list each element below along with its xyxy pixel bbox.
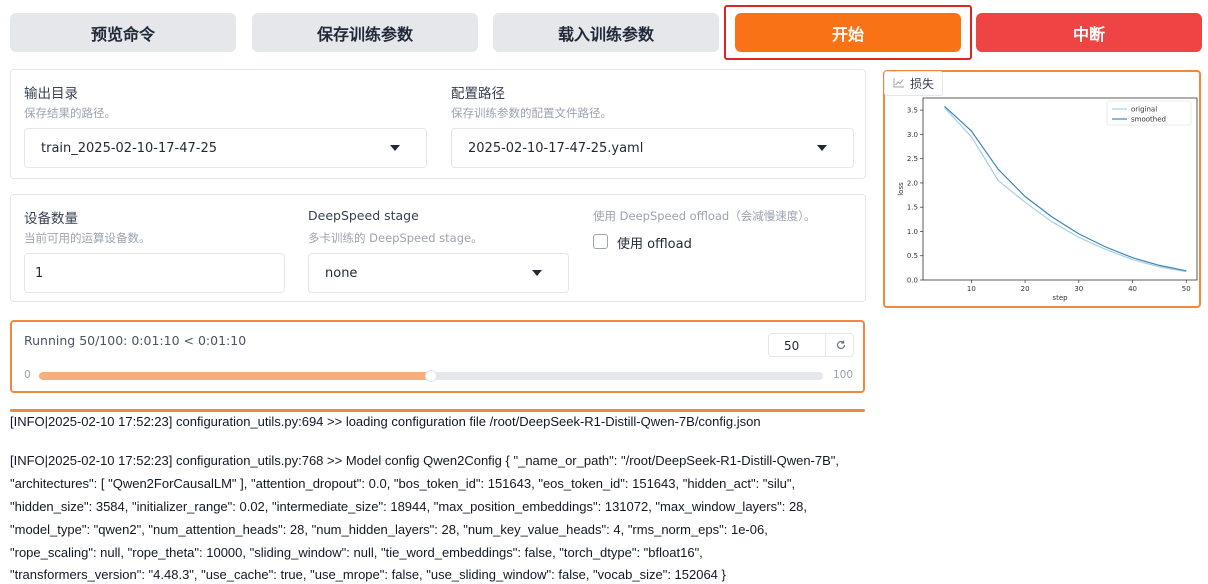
chevron-down-icon bbox=[390, 145, 400, 151]
save-args-button[interactable]: 保存训练参数 bbox=[252, 13, 478, 52]
progress-slider-fill bbox=[39, 372, 431, 380]
log-line: "hidden_size": 3584, "initializer_range"… bbox=[10, 499, 808, 514]
device-count-info: 当前可用的运算设备数。 bbox=[24, 231, 151, 245]
log-line: "rope_scaling": null, "rope_theta": 1000… bbox=[10, 545, 703, 560]
stop-button[interactable]: 中断 bbox=[976, 13, 1202, 52]
progress-number-value: 50 bbox=[784, 339, 800, 353]
slider-max-label: 100 bbox=[833, 369, 854, 381]
output-dir-select[interactable]: train_2025-02-10-17-47-25 bbox=[24, 128, 427, 168]
deepspeed-stage-info: 多卡训练的 DeepSpeed stage。 bbox=[308, 231, 483, 245]
output-dir-value: train_2025-02-10-17-47-25 bbox=[41, 140, 218, 156]
config-path-value: 2025-02-10-17-47-25.yaml bbox=[468, 140, 644, 156]
x-tick-label: 20 bbox=[1021, 285, 1030, 293]
device-count-label: 设备数量 bbox=[24, 211, 78, 227]
deepspeed-stage-label: DeepSpeed stage bbox=[308, 208, 419, 223]
loss-chart: 10 20 30 40 50 0.0 0.5 1.0 1.5 2.0 2.5 3.0 3.5 step lo… bbox=[897, 97, 1198, 302]
slider-min-label: 0 bbox=[24, 369, 31, 381]
device-count-input[interactable]: 1 bbox=[24, 253, 285, 293]
offload-label[interactable]: 使用 offload bbox=[617, 233, 692, 252]
y-tick-label: 0.0 bbox=[907, 277, 918, 285]
x-tick-label: 50 bbox=[1182, 285, 1191, 293]
start-button[interactable]: 开始 bbox=[735, 13, 961, 52]
log-progress-bar bbox=[10, 409, 865, 412]
output-dir-info: 保存结果的路径。 bbox=[24, 106, 116, 120]
progress-slider-thumb[interactable] bbox=[425, 370, 437, 382]
progress-status-text: Running 50/100: 0:01:10 < 0:01:10 bbox=[24, 333, 247, 348]
config-path-info: 保存训练参数的配置文件路径。 bbox=[451, 106, 612, 120]
loss-chart-panel: 损失 10 20 30 40 50 0.0 0.5 1.0 1.5 2.0 2.5 3.0 3.5 ste… bbox=[883, 70, 1201, 308]
legend-entry-smoothed: smoothed bbox=[1131, 116, 1166, 124]
y-tick-label: 3.0 bbox=[907, 131, 918, 139]
plot-frame bbox=[922, 97, 1198, 281]
chevron-down-icon bbox=[817, 145, 827, 151]
divider bbox=[825, 334, 826, 356]
series-line-original bbox=[944, 107, 1187, 273]
progress-panel: Running 50/100: 0:01:10 < 0:01:10 50 0 1… bbox=[10, 320, 865, 393]
progress-number-input[interactable]: 50 bbox=[768, 333, 854, 357]
config-path-label: 配置路径 bbox=[451, 86, 505, 102]
y-tick-label: 1.5 bbox=[907, 204, 918, 212]
log-line: [INFO|2025-02-10 17:52:23] configuration… bbox=[10, 453, 840, 468]
log-line: [INFO|2025-02-10 17:52:23] configuration… bbox=[10, 414, 761, 429]
reset-icon[interactable] bbox=[831, 336, 851, 354]
y-tick-label: 0.5 bbox=[907, 252, 918, 260]
chevron-down-icon bbox=[532, 270, 542, 276]
load-args-button[interactable]: 载入训练参数 bbox=[493, 13, 719, 52]
output-dir-label: 输出目录 bbox=[24, 86, 78, 102]
log-line: "transformers_version": "4.48.3", "use_c… bbox=[10, 567, 726, 582]
x-tick-label: 10 bbox=[967, 285, 976, 293]
device-panel: 设备数量 当前可用的运算设备数。 1 DeepSpeed stage 多卡训练的… bbox=[10, 194, 866, 302]
y-tick-label: 2.0 bbox=[907, 179, 918, 187]
series-line-smoothed bbox=[944, 105, 1187, 272]
deepspeed-stage-value: none bbox=[325, 265, 358, 281]
y-tick-label: 3.5 bbox=[907, 107, 918, 115]
x-tick-label: 30 bbox=[1074, 285, 1083, 293]
offload-info: 使用 DeepSpeed offload（会减慢速度）。 bbox=[593, 209, 816, 223]
deepspeed-stage-select[interactable]: none bbox=[308, 253, 569, 293]
progress-slider[interactable] bbox=[39, 370, 823, 382]
y-tick-label: 2.5 bbox=[907, 155, 918, 163]
x-axis-label: step bbox=[1052, 294, 1068, 302]
config-path-select[interactable]: 2025-02-10-17-47-25.yaml bbox=[451, 128, 854, 168]
y-tick-label: 1.0 bbox=[907, 228, 918, 236]
device-count-value: 1 bbox=[35, 265, 44, 281]
offload-checkbox[interactable] bbox=[593, 234, 608, 249]
log-line: "architectures": [ "Qwen2ForCausalLM" ],… bbox=[10, 476, 796, 491]
legend-entry-original: original bbox=[1131, 106, 1157, 114]
y-axis-label: loss bbox=[897, 182, 905, 196]
output-panel: 输出目录 保存结果的路径。 train_2025-02-10-17-47-25 … bbox=[10, 69, 866, 179]
preview-command-button[interactable]: 预览命令 bbox=[10, 13, 236, 52]
log-line: "model_type": "qwen2", "num_attention_he… bbox=[10, 522, 768, 537]
x-tick-label: 40 bbox=[1128, 285, 1137, 293]
